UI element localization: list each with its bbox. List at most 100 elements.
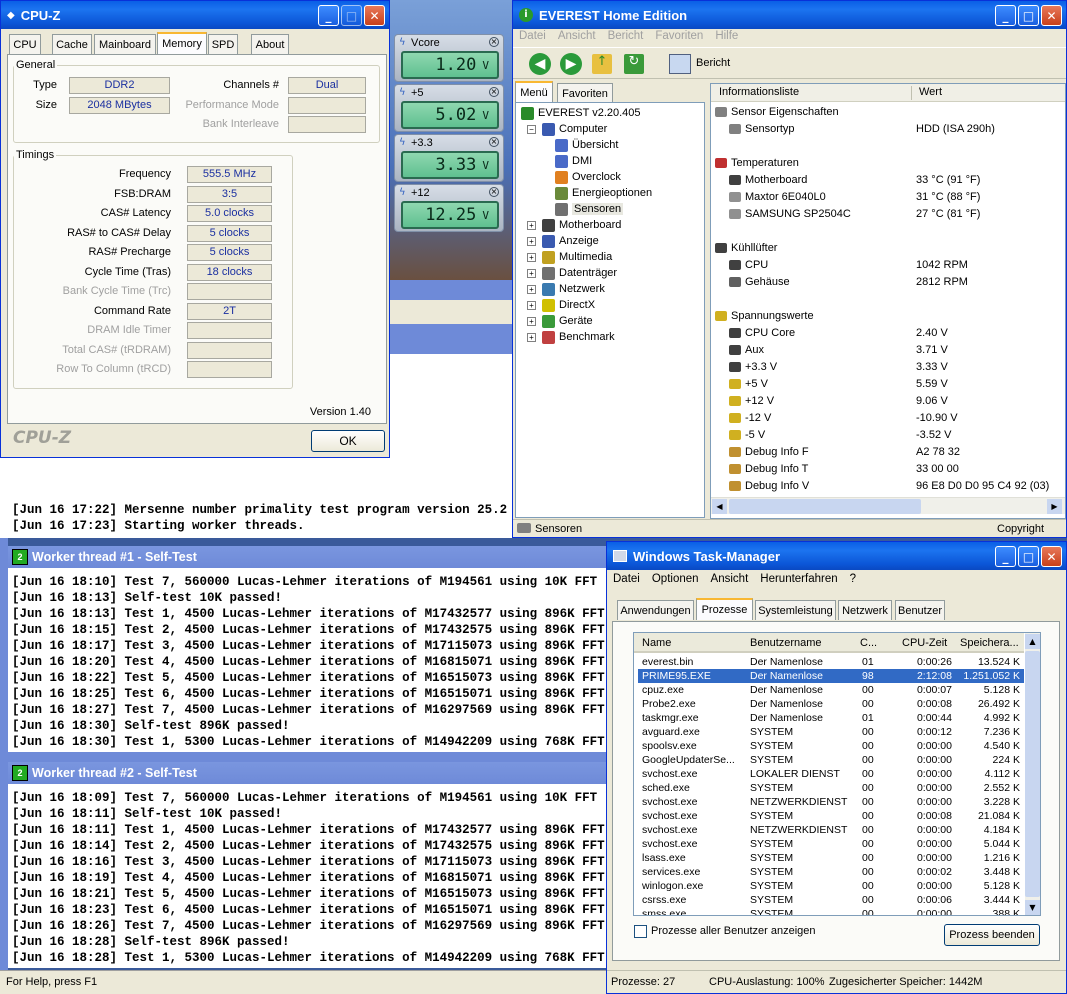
scroll-up-arrow[interactable]: ▲ xyxy=(1025,634,1040,649)
menu-item[interactable]: ? xyxy=(844,573,862,585)
tree-item[interactable]: Overclock xyxy=(555,169,621,185)
scroll-thumb[interactable] xyxy=(729,499,921,514)
ok-button[interactable]: OK xyxy=(311,430,385,452)
list-row[interactable]: Debug Info V xyxy=(729,477,809,494)
tree-item[interactable]: + Motherboard xyxy=(527,217,621,233)
col-name[interactable]: Name xyxy=(642,637,671,649)
show-all-checkbox[interactable] xyxy=(634,925,647,938)
list-section-header[interactable]: Sensor Eigenschaften xyxy=(715,103,839,120)
tab-memory[interactable]: Memory xyxy=(157,32,207,54)
menu-item[interactable]: Ansicht xyxy=(705,573,755,585)
tab-cache[interactable]: Cache xyxy=(52,34,92,54)
list-row[interactable]: CPU xyxy=(729,256,768,273)
tab-anwendungen[interactable]: Anwendungen xyxy=(617,600,694,620)
tab-spd[interactable]: SPD xyxy=(208,34,238,54)
list-row[interactable]: Debug Info T xyxy=(729,460,808,477)
up-folder-icon[interactable]: ↑ xyxy=(592,54,612,74)
menu-item[interactable]: Datei xyxy=(607,573,646,585)
forward-icon[interactable]: ▶ xyxy=(560,53,582,75)
gadget-close-icon[interactable]: × xyxy=(489,37,499,47)
col-value-header[interactable]: Wert xyxy=(919,86,942,98)
tree-item[interactable]: DMI xyxy=(555,153,592,169)
tree-item[interactable]: EVEREST v2.20.405 xyxy=(521,105,641,121)
list-row[interactable]: +3.3 V xyxy=(729,358,777,375)
menu-item[interactable]: Herunterfahren xyxy=(754,573,843,585)
process-row[interactable]: everest.bin Der Namenlose 01 0:00:26 13.524 … xyxy=(638,655,1024,669)
process-row[interactable]: services.exe SYSTEM 00 0:00:02 3.448 K xyxy=(638,865,1024,879)
process-row[interactable]: spoolsv.exe SYSTEM 00 0:00:00 4.540 K xyxy=(638,739,1024,753)
col-memory[interactable]: Speichera... xyxy=(960,637,1019,649)
expand-icon[interactable]: + xyxy=(527,252,536,262)
process-row[interactable]: Probe2.exe Der Namenlose 00 0:00:08 26.492 K xyxy=(638,697,1024,711)
process-row[interactable]: PRIME95.EXE Der Namenlose 98 2:12:08 1.251.0… xyxy=(638,669,1024,683)
process-row[interactable]: svchost.exe SYSTEM 00 0:00:00 5.044 K xyxy=(638,837,1024,851)
menu-item[interactable]: Optionen xyxy=(646,573,705,585)
process-row[interactable]: avguard.exe SYSTEM 00 0:00:12 7.236 K xyxy=(638,725,1024,739)
tab-prozesse[interactable]: Prozesse xyxy=(696,598,753,620)
tree-item[interactable]: + DirectX xyxy=(527,297,595,313)
process-row[interactable]: svchost.exe SYSTEM 00 0:00:08 21.084 K xyxy=(638,809,1024,823)
expand-icon[interactable]: + xyxy=(527,220,536,230)
tree-item[interactable]: + Netzwerk xyxy=(527,281,605,297)
scroll-left-arrow[interactable]: ◀ xyxy=(712,499,727,514)
expand-icon[interactable]: + xyxy=(527,332,536,342)
maximize-button[interactable]: □ xyxy=(1018,5,1039,26)
refresh-icon[interactable]: ↻ xyxy=(624,54,644,74)
tab-netzwerk[interactable]: Netzwerk xyxy=(838,600,892,620)
process-row[interactable]: svchost.exe NETZWERKDIENST 00 0:00:00 3.228 … xyxy=(638,795,1024,809)
close-button[interactable]: ✕ xyxy=(1041,5,1062,26)
list-row[interactable]: Maxtor 6E040L0 xyxy=(729,188,826,205)
tab-about[interactable]: About xyxy=(251,34,289,54)
tab-mainboard[interactable]: Mainboard xyxy=(94,34,156,54)
menu-item[interactable]: Ansicht xyxy=(552,30,602,42)
process-row[interactable]: GoogleUpdaterSe... SYSTEM 00 0:00:00 224 K xyxy=(638,753,1024,767)
process-row[interactable]: svchost.exe LOKALER DIENST 00 0:00:00 4.112 … xyxy=(638,767,1024,781)
scroll-right-arrow[interactable]: ▶ xyxy=(1047,499,1062,514)
expand-icon[interactable]: + xyxy=(527,284,536,294)
process-row[interactable]: svchost.exe NETZWERKDIENST 00 0:00:00 4.184 … xyxy=(638,823,1024,837)
tree-item[interactable]: Übersicht xyxy=(555,137,618,153)
list-row[interactable]: Gehäuse xyxy=(729,273,790,290)
tab-cpu[interactable]: CPU xyxy=(9,34,41,54)
close-button[interactable]: ✕ xyxy=(1041,546,1062,567)
col-cputime[interactable]: CPU-Zeit xyxy=(902,637,947,649)
end-process-button[interactable]: Prozess beenden xyxy=(944,924,1040,946)
list-row[interactable]: -5 V xyxy=(729,426,765,443)
tree-item[interactable]: Sensoren xyxy=(555,201,624,217)
collapse-icon[interactable]: − xyxy=(527,124,536,134)
menu-item[interactable]: Bericht xyxy=(602,30,650,42)
col-info-header[interactable]: Informationsliste xyxy=(719,86,799,98)
list-row[interactable]: +12 V xyxy=(729,392,774,409)
taskmgr-titlebar[interactable]: Windows Task-Manager _ □ ✕ xyxy=(607,542,1066,570)
list-section-header[interactable]: Temperaturen xyxy=(715,154,799,171)
minimize-button[interactable]: _ xyxy=(318,5,339,26)
gadget-close-icon[interactable]: × xyxy=(489,87,499,97)
list-row[interactable]: Sensortyp xyxy=(729,120,795,137)
maximize-button[interactable]: □ xyxy=(1018,546,1039,567)
tree-item[interactable]: + Geräte xyxy=(527,313,593,329)
tree-item[interactable]: − Computer xyxy=(527,121,607,137)
expand-icon[interactable]: + xyxy=(527,236,536,246)
gadget-close-icon[interactable]: × xyxy=(489,137,499,147)
tab-favorites[interactable]: Favoriten xyxy=(557,83,613,103)
process-row[interactable]: taskmgr.exe Der Namenlose 01 0:00:44 4.992 K xyxy=(638,711,1024,725)
tab-systemleistung[interactable]: Systemleistung xyxy=(755,600,836,620)
tree-item[interactable]: + Multimedia xyxy=(527,249,612,265)
menu-item[interactable]: Favoriten xyxy=(649,30,709,42)
minimize-button[interactable]: _ xyxy=(995,546,1016,567)
list-row[interactable]: SAMSUNG SP2504C xyxy=(729,205,851,222)
process-row[interactable]: sched.exe SYSTEM 00 0:00:00 2.552 K xyxy=(638,781,1024,795)
list-row[interactable]: Motherboard xyxy=(729,171,807,188)
expand-icon[interactable]: + xyxy=(527,268,536,278)
list-row[interactable]: Aux xyxy=(729,341,764,358)
worker2-titlebar[interactable]: 2 Worker thread #2 - Self-Test xyxy=(8,762,606,784)
tree-item[interactable]: + Benchmark xyxy=(527,329,615,345)
list-row[interactable]: CPU Core xyxy=(729,324,795,341)
report-button-label[interactable]: Bericht xyxy=(696,57,730,69)
maximize-button[interactable]: □ xyxy=(341,5,362,26)
horizontal-scrollbar[interactable]: ◀ ▶ xyxy=(711,497,1065,514)
expand-icon[interactable]: + xyxy=(527,300,536,310)
cpuz-titlebar[interactable]: ◆ CPU-Z _ □ ✕ xyxy=(1,1,389,29)
list-row[interactable]: +5 V xyxy=(729,375,768,392)
menu-item[interactable]: Hilfe xyxy=(709,30,744,42)
